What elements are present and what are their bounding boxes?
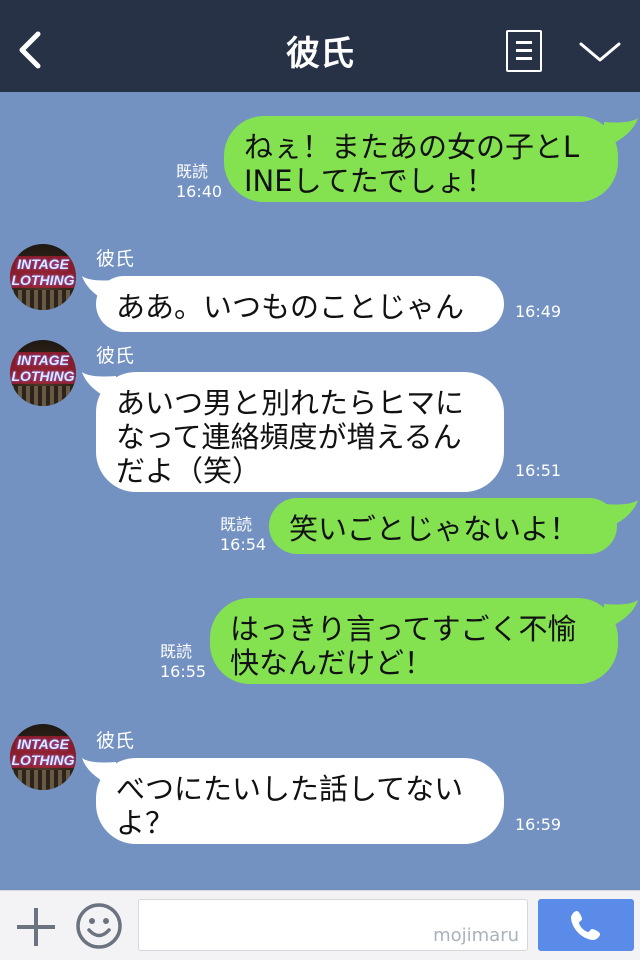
menu-icon[interactable] xyxy=(506,30,542,72)
avatar[interactable]: INTAGE LOTHING xyxy=(10,340,76,406)
avatar[interactable]: INTAGE LOTHING xyxy=(10,244,76,310)
message-time: 16:49 xyxy=(515,302,562,321)
message-bubble[interactable]: はっきり言ってすごく不愉 快なんだけど！ xyxy=(210,598,618,684)
read-receipt: 既読 16:40 xyxy=(176,162,223,201)
sender-name: 彼氏 xyxy=(96,345,135,367)
read-receipt: 既読 16:55 xyxy=(160,642,207,681)
message-time: 16:59 xyxy=(515,815,562,834)
chat-header: 彼氏 xyxy=(0,0,640,92)
call-button[interactable] xyxy=(538,899,634,951)
phone-icon xyxy=(571,911,600,940)
sender-name: 彼氏 xyxy=(96,730,135,752)
avatar[interactable]: INTAGE LOTHING xyxy=(10,724,76,790)
read-receipt: 既読 16:54 xyxy=(220,515,267,554)
input-bar: mojimaru xyxy=(0,890,640,960)
message-bubble[interactable]: ああ。いつものことじゃん xyxy=(96,276,504,332)
plus-icon[interactable] xyxy=(14,905,58,949)
message-bubble[interactable]: あいつ男と別れたらヒマに なって連絡頻度が増えるん だよ（笑） xyxy=(96,372,504,492)
chevron-down-icon[interactable] xyxy=(578,36,622,66)
message-bubble[interactable]: べつにたいした話してない よ？ xyxy=(96,758,504,844)
chat-title: 彼氏 xyxy=(286,34,354,74)
watermark: mojimaru xyxy=(433,925,519,946)
message-bubble[interactable]: 笑いごとじゃないよ！ xyxy=(269,498,617,554)
message-input[interactable]: mojimaru xyxy=(138,899,528,951)
sender-name: 彼氏 xyxy=(96,248,135,270)
message-time: 16:51 xyxy=(515,461,562,480)
emoji-icon[interactable] xyxy=(74,901,124,951)
message-bubble[interactable]: ねぇ！またあの女の子とL INEしてたでしょ！ xyxy=(224,116,618,202)
